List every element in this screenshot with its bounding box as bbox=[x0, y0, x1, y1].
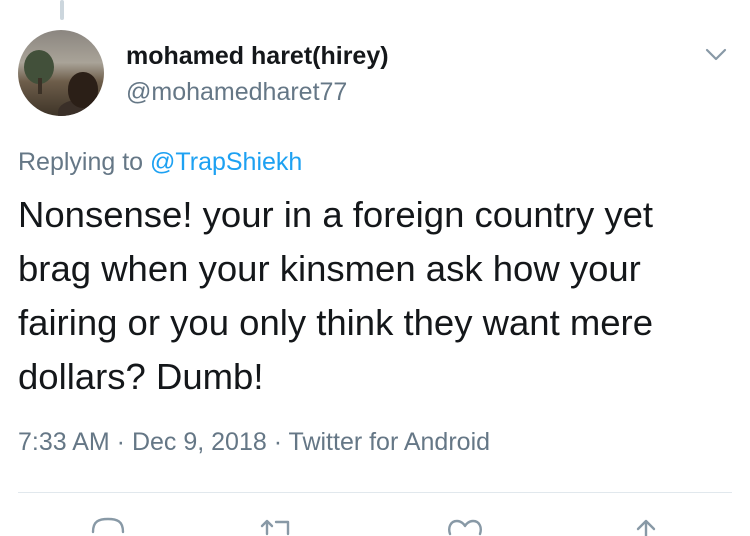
chevron-down-icon[interactable] bbox=[704, 44, 728, 64]
meta-separator: · bbox=[266, 428, 289, 456]
replying-to: Replying to @TrapShiekh bbox=[18, 148, 302, 177]
tweet-text: Nonsense! your in a foreign country yet … bbox=[18, 188, 738, 404]
thread-connector-line bbox=[60, 0, 64, 20]
tweet-text-line: fairing or you only think they want mere bbox=[18, 302, 654, 343]
tweet-metadata: 7:33 AM · Dec 9, 2018 · Twitter for Andr… bbox=[18, 428, 490, 457]
tweet-date[interactable]: Dec 9, 2018 bbox=[132, 428, 267, 456]
tweet-time[interactable]: 7:33 AM bbox=[18, 428, 110, 456]
tweet-text-line: dollars? Dumb! bbox=[18, 356, 264, 397]
avatar-tree-trunk bbox=[38, 78, 42, 94]
tweet-text-line: Nonsense! your in a foreign country yet bbox=[18, 194, 654, 235]
meta-separator: · bbox=[109, 428, 132, 456]
replying-to-label: Replying to bbox=[18, 148, 151, 176]
reply-mention-link[interactable]: @TrapShiekh bbox=[150, 148, 302, 176]
author-name[interactable]: mohamed haret(hirey) bbox=[126, 42, 389, 71]
avatar-face bbox=[68, 72, 98, 108]
like-icon[interactable] bbox=[446, 512, 486, 536]
reply-icon[interactable] bbox=[88, 512, 128, 536]
avatar[interactable] bbox=[18, 30, 104, 116]
author-handle[interactable]: @mohamedharet77 bbox=[126, 78, 347, 107]
divider bbox=[18, 492, 732, 493]
tweet-text-line: brag when your kinsmen ask how your bbox=[18, 248, 641, 289]
tweet-source[interactable]: Twitter for Android bbox=[289, 428, 490, 456]
share-icon[interactable] bbox=[626, 512, 666, 536]
retweet-icon[interactable] bbox=[258, 512, 298, 536]
